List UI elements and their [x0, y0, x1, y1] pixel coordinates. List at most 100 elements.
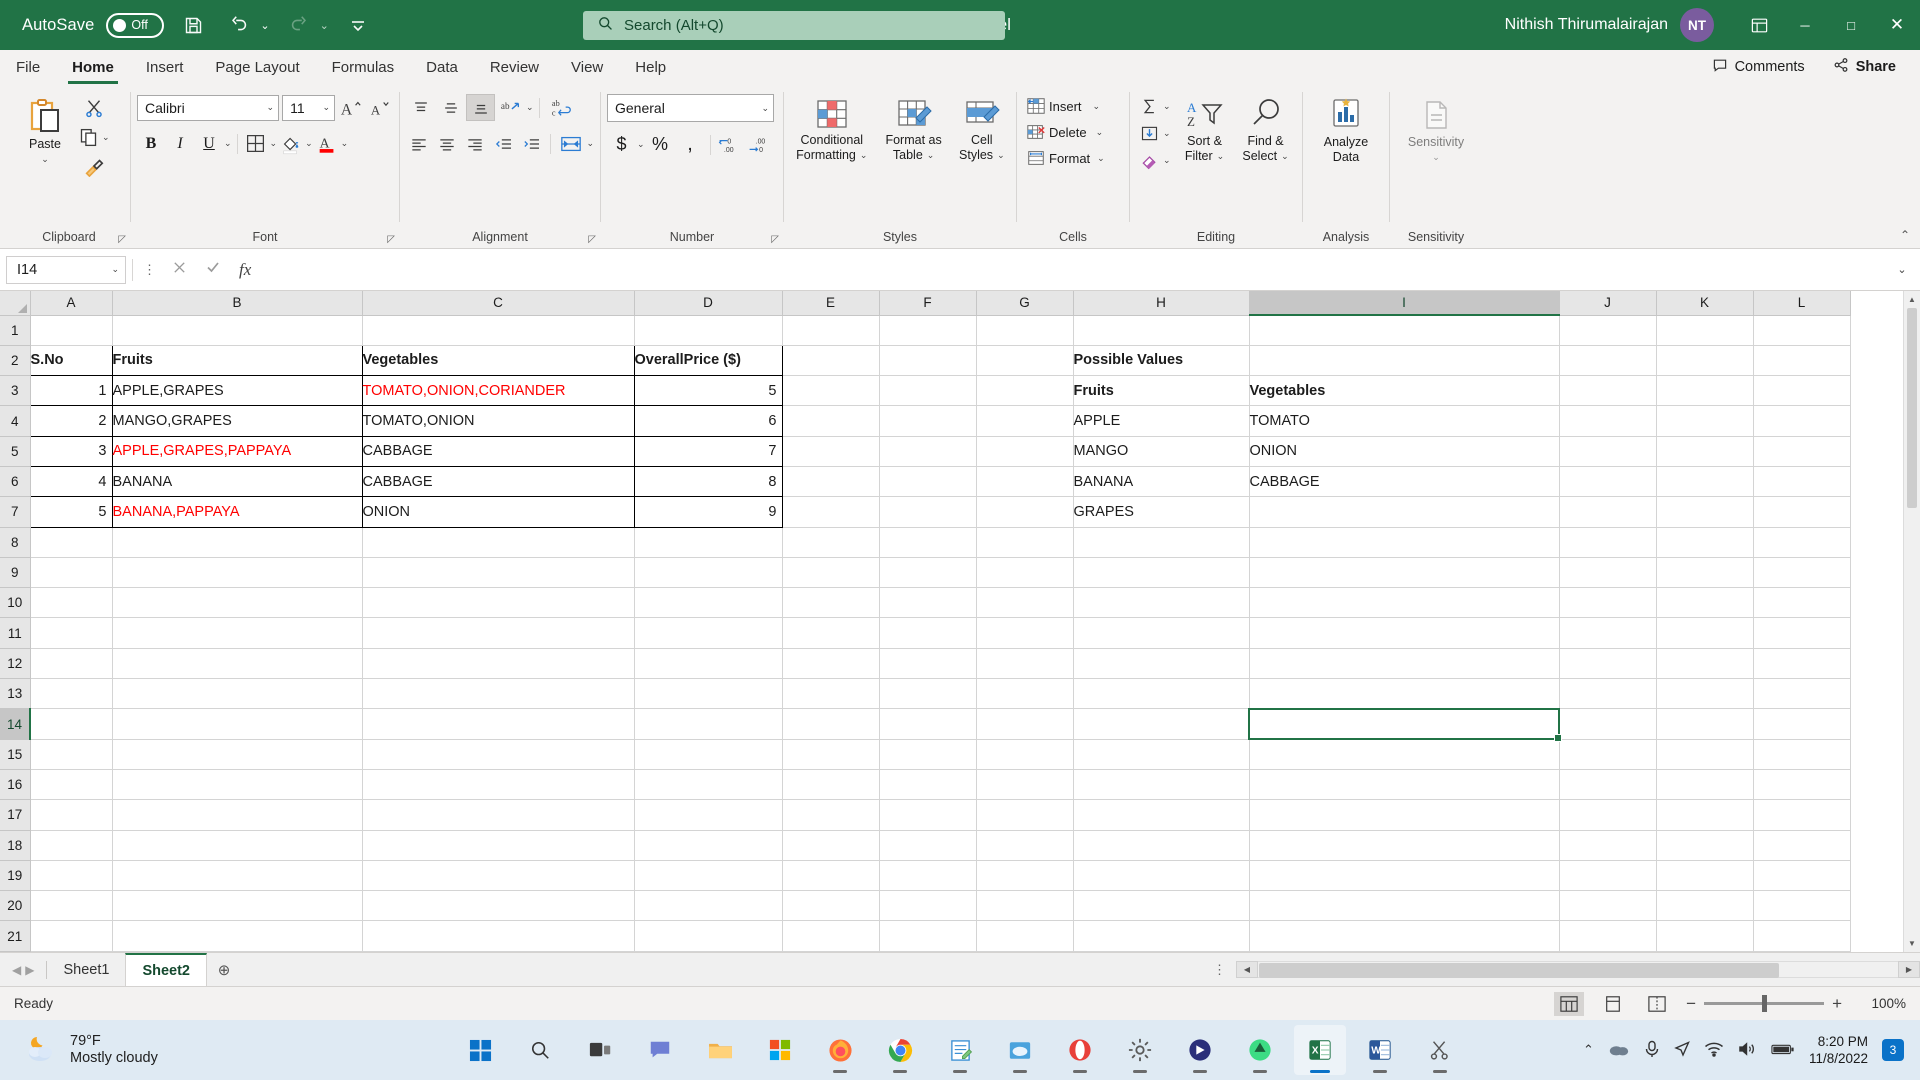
insert-dropdown-icon[interactable]: ⌄: [1093, 101, 1101, 112]
cell-E20[interactable]: [782, 890, 880, 922]
cell-A19[interactable]: [30, 860, 113, 892]
cell-F8[interactable]: [879, 527, 977, 558]
customize-quick-access-icon[interactable]: [341, 8, 375, 42]
cell-E5[interactable]: [782, 436, 880, 467]
column-header-d[interactable]: D: [634, 291, 783, 316]
column-header-b[interactable]: B: [112, 291, 363, 316]
cell-K20[interactable]: [1656, 890, 1754, 922]
cell-A12[interactable]: [30, 648, 113, 680]
comments-button[interactable]: Comments: [1702, 54, 1815, 80]
cell-J15[interactable]: [1559, 739, 1657, 770]
cell-I9[interactable]: [1249, 557, 1560, 589]
format-cells-button[interactable]: Format ⌄: [1023, 145, 1108, 171]
cell-D15[interactable]: [634, 739, 783, 770]
vertical-scrollbar[interactable]: ▲ ▼: [1903, 291, 1920, 952]
decrease-indent-icon[interactable]: [490, 130, 517, 157]
notepad-editor-icon[interactable]: [934, 1025, 986, 1075]
cell-I21[interactable]: [1249, 920, 1560, 952]
underline-dropdown-icon[interactable]: ⌄: [224, 138, 232, 149]
start-button-icon[interactable]: [454, 1025, 506, 1075]
volume-icon[interactable]: [1738, 1041, 1757, 1060]
cell-B4[interactable]: MANGO,GRAPES: [111, 405, 363, 437]
cell-J7[interactable]: [1559, 496, 1657, 528]
collapse-ribbon-icon[interactable]: ⌃: [1900, 228, 1910, 242]
cell-D13[interactable]: [634, 678, 783, 710]
chevron-down-icon[interactable]: ⌄: [860, 149, 868, 162]
cell-G19[interactable]: [976, 860, 1074, 892]
row-header-10[interactable]: 10: [0, 587, 31, 619]
scroll-right-icon[interactable]: ▶: [1898, 961, 1920, 978]
task-view-icon[interactable]: [574, 1025, 626, 1075]
cell-F17[interactable]: [879, 799, 977, 831]
conditional-formatting-button[interactable]: Conditional Formatting ⌄: [790, 92, 874, 162]
currency-dropdown-icon[interactable]: ⌄: [637, 139, 645, 150]
cell-C5[interactable]: CABBAGE: [361, 435, 635, 467]
tab-file[interactable]: File: [0, 50, 56, 84]
cell-I16[interactable]: [1249, 769, 1560, 801]
row-header-4[interactable]: 4: [0, 405, 31, 437]
cell-C8[interactable]: [362, 527, 635, 558]
align-left-icon[interactable]: [406, 130, 433, 157]
cell-C13[interactable]: [362, 678, 635, 710]
cell-J16[interactable]: [1559, 769, 1657, 801]
cell-A6[interactable]: 4: [29, 465, 113, 498]
cell-H5[interactable]: MANGO: [1073, 436, 1250, 467]
cell-E12[interactable]: [782, 648, 880, 680]
ribbon-display-options-icon[interactable]: [1736, 0, 1782, 50]
scroll-left-icon[interactable]: ◀: [1236, 961, 1258, 978]
zoom-level[interactable]: 100%: [1856, 996, 1906, 1011]
column-header-h[interactable]: H: [1073, 291, 1250, 316]
cell-B14[interactable]: [112, 708, 363, 740]
cell-L7[interactable]: [1753, 496, 1851, 528]
previous-sheet-icon[interactable]: ◀: [12, 963, 21, 977]
cell-C17[interactable]: [362, 799, 635, 831]
cell-G7[interactable]: [976, 496, 1074, 528]
align-bottom-icon[interactable]: [466, 94, 495, 121]
cell-B13[interactable]: [112, 678, 363, 710]
cell-L5[interactable]: [1753, 436, 1851, 467]
fill-color-icon[interactable]: [278, 130, 304, 157]
cell-I10[interactable]: [1249, 587, 1560, 619]
cell-J10[interactable]: [1559, 587, 1657, 619]
cell-I18[interactable]: [1249, 830, 1560, 861]
decrease-decimal-icon[interactable]: .00 0: [746, 131, 775, 158]
save-icon[interactable]: [176, 8, 210, 42]
cell-H21[interactable]: [1073, 920, 1250, 952]
vlc-media-icon[interactable]: [1174, 1025, 1226, 1075]
cell-H18[interactable]: [1073, 830, 1250, 861]
paste-button[interactable]: Paste ⌄: [14, 92, 76, 166]
cell-D5[interactable]: 7: [633, 435, 783, 467]
cell-D3[interactable]: 5: [633, 375, 783, 407]
cell-L21[interactable]: [1753, 920, 1851, 952]
cell-I7[interactable]: [1249, 496, 1560, 528]
cell-K15[interactable]: [1656, 739, 1754, 770]
cell-L3[interactable]: [1753, 375, 1851, 407]
cell-E7[interactable]: [782, 496, 880, 528]
cell-L9[interactable]: [1753, 557, 1851, 589]
cell-J9[interactable]: [1559, 557, 1657, 589]
cell-A3[interactable]: 1: [29, 375, 113, 407]
scroll-up-icon[interactable]: ▲: [1904, 291, 1920, 308]
zoom-slider[interactable]: − +: [1686, 994, 1842, 1014]
cell-E14[interactable]: [782, 708, 880, 740]
cell-K4[interactable]: [1656, 405, 1754, 437]
settings-gear-icon[interactable]: [1114, 1025, 1166, 1075]
chevron-down-icon[interactable]: ⌄: [927, 149, 935, 162]
cell-C4[interactable]: TOMATO,ONION: [361, 405, 635, 437]
cell-L1[interactable]: [1753, 315, 1851, 346]
name-box[interactable]: I14 ⌄: [6, 255, 126, 284]
horizontal-scrollbar[interactable]: ◀ ▶: [1236, 961, 1920, 978]
cell-G13[interactable]: [976, 678, 1074, 710]
zoom-out-icon[interactable]: −: [1686, 994, 1696, 1014]
delete-cells-button[interactable]: Delete ⌄: [1023, 119, 1106, 145]
cell-D9[interactable]: [634, 557, 783, 589]
cell-C19[interactable]: [362, 860, 635, 892]
cell-I14[interactable]: [1248, 707, 1563, 744]
cell-D4[interactable]: 6: [633, 405, 783, 437]
cell-K3[interactable]: [1656, 375, 1754, 407]
row-header-17[interactable]: 17: [0, 799, 31, 831]
cell-G4[interactable]: [976, 405, 1074, 437]
tab-help[interactable]: Help: [619, 50, 682, 84]
cell-C20[interactable]: [362, 890, 635, 922]
cell-B18[interactable]: [112, 830, 363, 861]
